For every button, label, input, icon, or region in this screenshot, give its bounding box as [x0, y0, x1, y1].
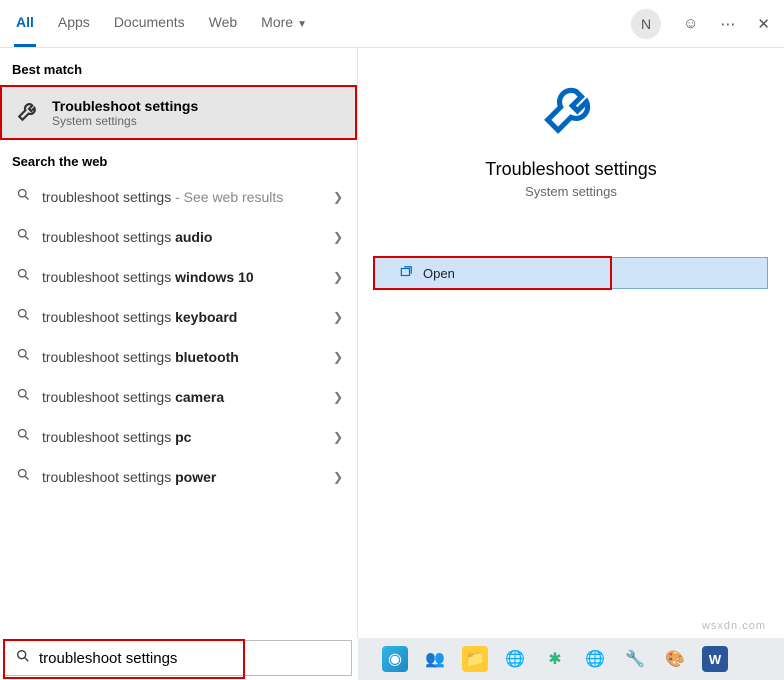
web-result-text: troubleshoot settings bluetooth [42, 349, 333, 365]
search-icon [14, 267, 32, 287]
search-icon [14, 187, 32, 207]
taskbar-tool-icon[interactable]: 🔧 [622, 646, 648, 672]
feedback-icon[interactable]: ☺ [683, 15, 698, 32]
best-match-title: Troubleshoot settings [52, 98, 198, 114]
search-box[interactable] [4, 640, 352, 676]
best-match-subtitle: System settings [52, 114, 198, 128]
taskbar-paint-icon[interactable]: 🎨 [662, 646, 688, 672]
close-icon[interactable]: ✕ [757, 15, 770, 33]
taskbar-teams-icon[interactable]: 👥 [422, 646, 448, 672]
web-result-text: troubleshoot settings - See web results [42, 189, 333, 205]
annotation-highlight [373, 256, 612, 290]
tab-apps[interactable]: Apps [56, 0, 92, 47]
tab-all[interactable]: All [14, 0, 36, 47]
web-result-item[interactable]: troubleshoot settings audio❯ [4, 217, 353, 257]
search-icon [14, 227, 32, 247]
preview-subtitle: System settings [374, 184, 768, 199]
taskbar-explorer-icon[interactable]: 📁 [462, 646, 488, 672]
web-result-item[interactable]: troubleshoot settings bluetooth❯ [4, 337, 353, 377]
preview-title: Troubleshoot settings [374, 159, 768, 180]
taskbar-chrome2-icon[interactable]: 🌐 [582, 646, 608, 672]
tab-web[interactable]: Web [207, 0, 240, 47]
user-avatar[interactable]: N [631, 9, 661, 39]
search-icon [15, 648, 31, 669]
web-result-item[interactable]: troubleshoot settings pc❯ [4, 417, 353, 457]
web-result-item[interactable]: troubleshoot settings keyboard❯ [4, 297, 353, 337]
chevron-right-icon: ❯ [333, 190, 343, 204]
best-match-label: Best match [0, 48, 357, 85]
taskbar-word-icon[interactable]: W [702, 646, 728, 672]
results-panel: Best match Troubleshoot settings System … [0, 48, 358, 638]
chevron-right-icon: ❯ [333, 270, 343, 284]
wrench-icon [374, 76, 768, 143]
search-scope-tabs: All Apps Documents Web More▼ [14, 0, 309, 47]
web-result-item[interactable]: troubleshoot settings windows 10❯ [4, 257, 353, 297]
chevron-right-icon: ❯ [333, 230, 343, 244]
web-result-item[interactable]: troubleshoot settings - See web results❯ [4, 177, 353, 217]
web-result-text: troubleshoot settings power [42, 469, 333, 485]
more-options-icon[interactable]: ⋯ [720, 15, 735, 33]
chevron-right-icon: ❯ [333, 430, 343, 444]
web-result-text: troubleshoot settings camera [42, 389, 333, 405]
watermark: wsxdn.com [702, 620, 766, 632]
search-web-label: Search the web [0, 140, 357, 177]
search-input[interactable] [39, 650, 319, 667]
web-result-text: troubleshoot settings windows 10 [42, 269, 333, 285]
search-icon [14, 467, 32, 487]
taskbar-chrome-icon[interactable]: 🌐 [502, 646, 528, 672]
search-icon [14, 427, 32, 447]
preview-panel: Troubleshoot settings System settings Op… [358, 48, 784, 638]
chevron-right-icon: ❯ [333, 310, 343, 324]
chevron-right-icon: ❯ [333, 350, 343, 364]
taskbar-slack-icon[interactable]: ✱ [542, 646, 568, 672]
tab-documents[interactable]: Documents [112, 0, 187, 47]
best-match-item[interactable]: Troubleshoot settings System settings [0, 85, 357, 140]
chevron-right-icon: ❯ [333, 390, 343, 404]
search-icon [14, 307, 32, 327]
tab-more[interactable]: More▼ [259, 0, 309, 47]
web-result-item[interactable]: troubleshoot settings camera❯ [4, 377, 353, 417]
search-icon [14, 347, 32, 367]
web-result-item[interactable]: troubleshoot settings power❯ [4, 457, 353, 497]
web-result-text: troubleshoot settings keyboard [42, 309, 333, 325]
web-result-text: troubleshoot settings pc [42, 429, 333, 445]
chevron-right-icon: ❯ [333, 470, 343, 484]
web-result-text: troubleshoot settings audio [42, 229, 333, 245]
open-action[interactable]: Open [374, 257, 768, 289]
search-icon [14, 387, 32, 407]
taskbar-edge-icon[interactable]: ◉ [382, 646, 408, 672]
taskbar: ◉ 👥 📁 🌐 ✱ 🌐 🔧 🎨 W [358, 638, 784, 680]
wrench-icon [16, 97, 42, 128]
header-bar: All Apps Documents Web More▼ N ☺ ⋯ ✕ [0, 0, 784, 48]
chevron-down-icon: ▼ [297, 19, 307, 30]
